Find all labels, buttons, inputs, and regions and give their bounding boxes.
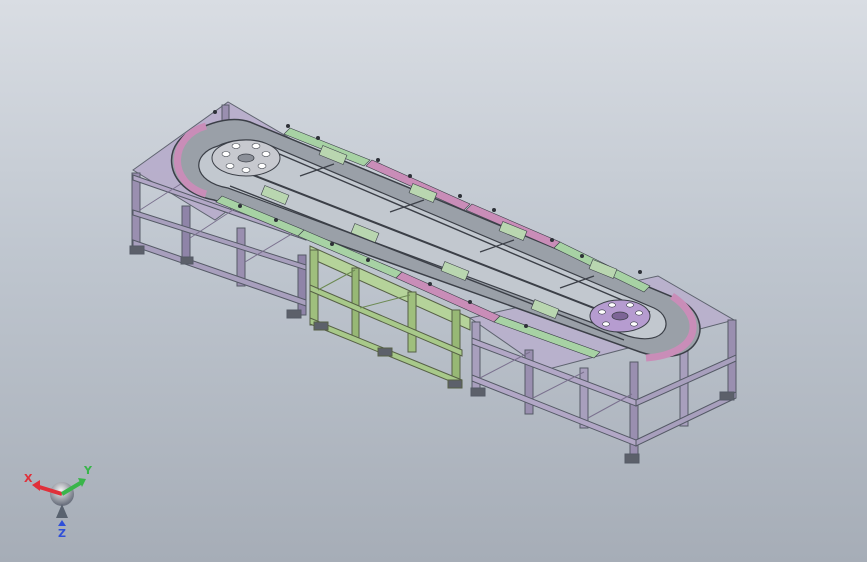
conveyor-model[interactable]: [0, 0, 867, 562]
triad-y-label: Y: [83, 464, 93, 477]
right-sprocket-disc[interactable]: [589, 299, 651, 333]
triad-x-label: X: [24, 472, 33, 485]
z-axis-arrow: [56, 504, 68, 526]
triad-z-label: Z: [58, 527, 66, 540]
left-sprocket-disc[interactable]: [211, 139, 281, 177]
axis-triad[interactable]: X Y Z: [18, 460, 98, 540]
cad-viewport[interactable]: X Y Z: [0, 0, 867, 562]
